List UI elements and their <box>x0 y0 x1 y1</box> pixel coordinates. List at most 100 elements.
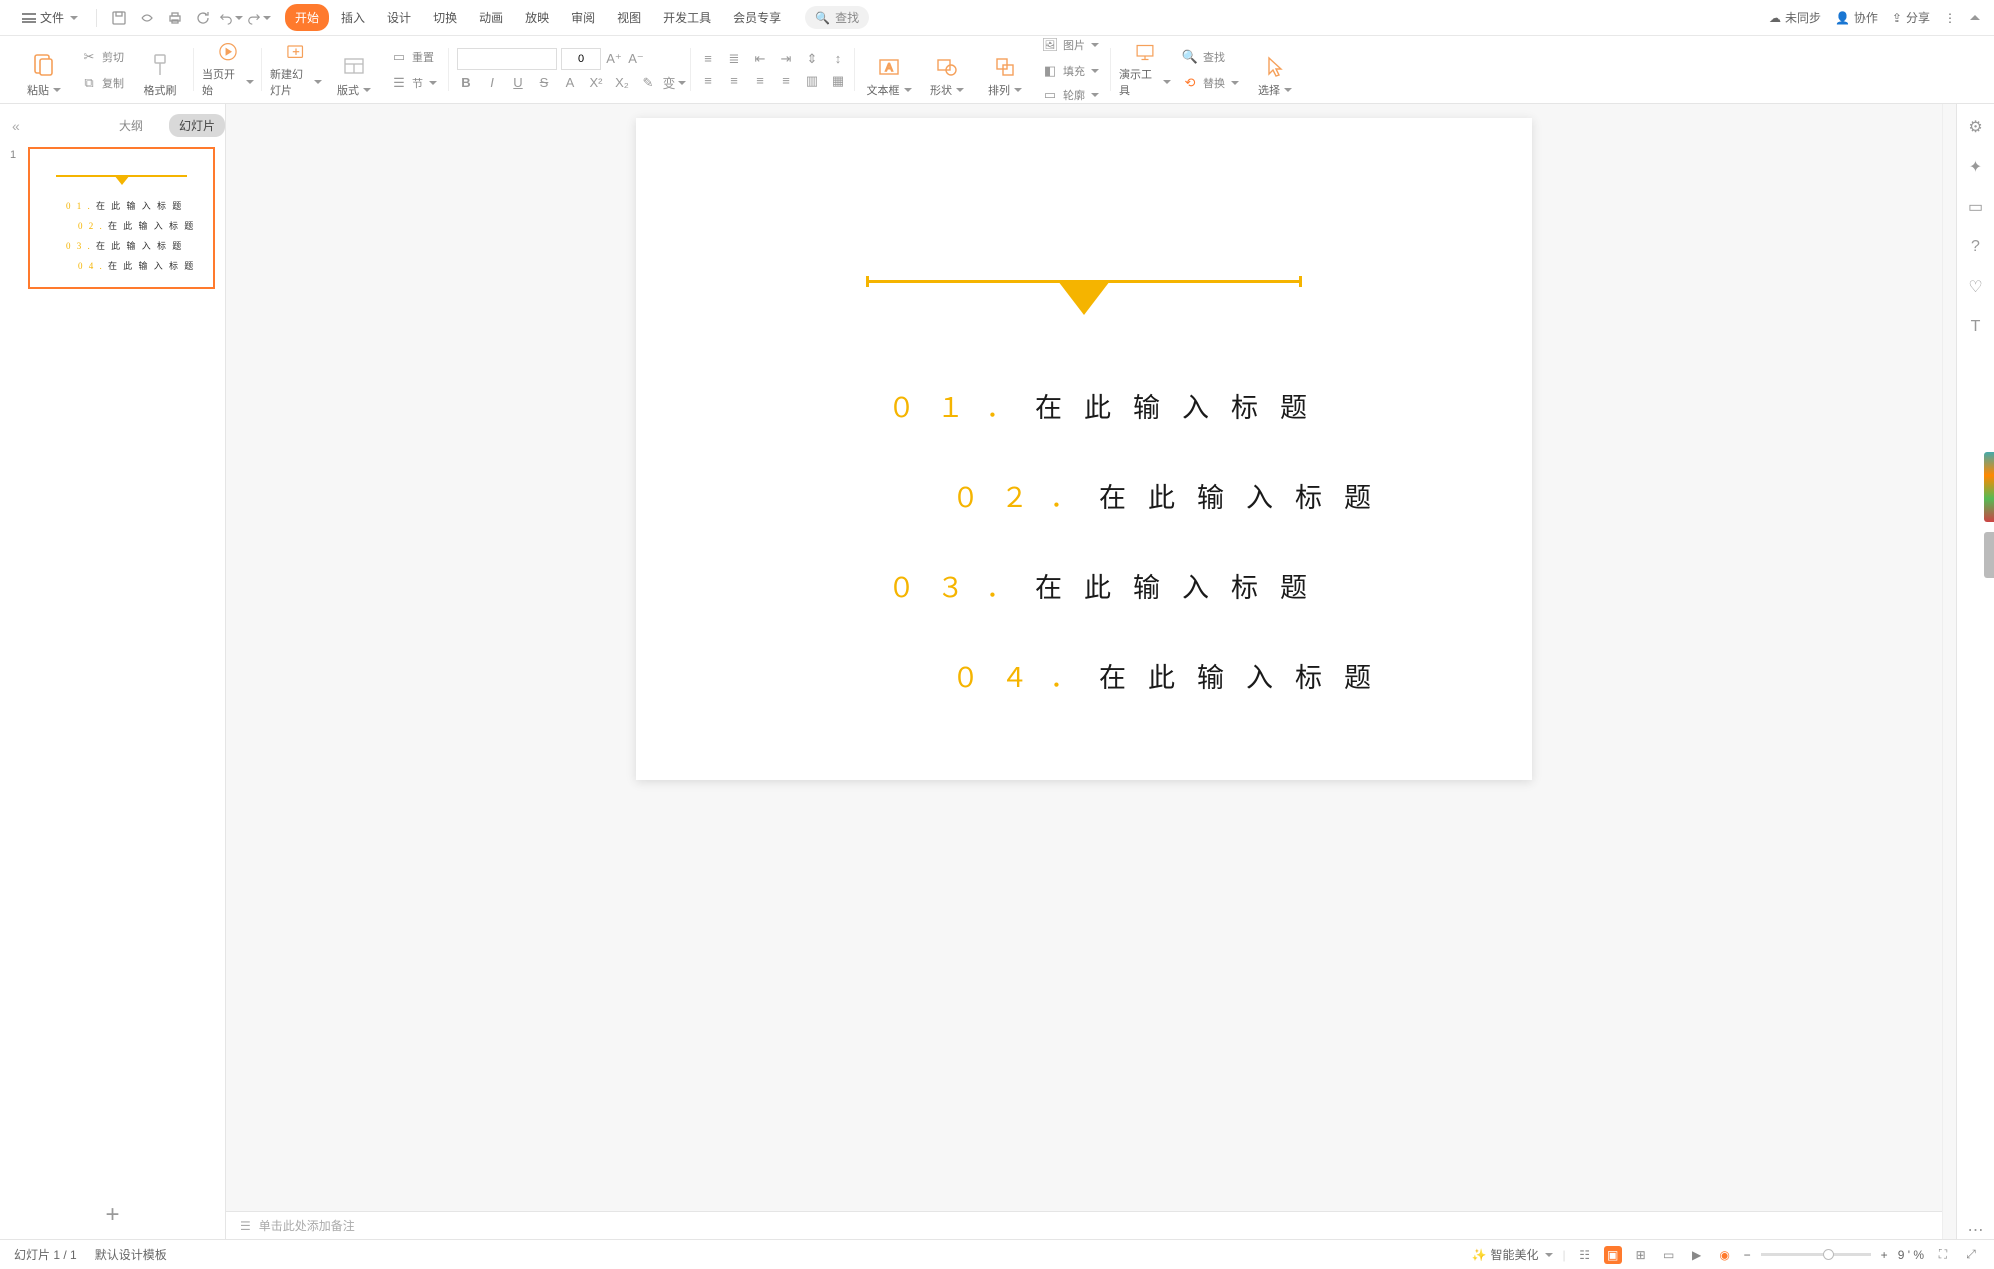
slide-thumbnail-1[interactable]: 1 0 1 . 在 此 输 入 标 题 0 2 . 在 此 输 入 标 题 0 … <box>10 147 215 289</box>
arrange-button[interactable]: 排列 <box>979 42 1031 98</box>
zoom-slider[interactable] <box>1761 1253 1871 1256</box>
collapse-ribbon[interactable] <box>1970 15 1980 20</box>
text-tool-icon[interactable]: T <box>1967 318 1985 336</box>
agenda-item-3[interactable]: ０３．在此输入标题 <box>888 566 1329 605</box>
tab-view[interactable]: 视图 <box>607 4 651 31</box>
text-direction-button[interactable]: ↕ <box>829 50 847 68</box>
replace-button[interactable]: ⟲替换 <box>1177 72 1243 94</box>
tab-review[interactable]: 审阅 <box>561 4 605 31</box>
slideshow-view-icon[interactable]: ▶ <box>1688 1246 1706 1264</box>
notes-view-icon[interactable]: ☷ <box>1576 1246 1594 1264</box>
help-icon[interactable]: ? <box>1967 238 1985 256</box>
tab-design[interactable]: 设计 <box>377 4 421 31</box>
settings-icon[interactable]: ⚙ <box>1967 118 1985 136</box>
outline-tab[interactable]: 大纲 <box>109 114 153 137</box>
layout-button[interactable]: 版式 <box>328 42 380 98</box>
indent-increase-button[interactable]: ⇥ <box>777 50 795 68</box>
from-current-slide-button[interactable]: 当页开始 <box>202 42 254 98</box>
notes-pane[interactable]: ☰ 单击此处添加备注 <box>226 1211 1942 1239</box>
reset-button[interactable]: ▭重置 <box>386 46 441 68</box>
reading-view-icon[interactable]: ▭ <box>1660 1246 1678 1264</box>
fill-button[interactable]: ◧填充 <box>1037 60 1103 82</box>
collapse-panel-button[interactable]: « <box>12 118 20 134</box>
clear-format-button[interactable]: ✎ <box>639 74 657 92</box>
font-name-input[interactable] <box>457 48 557 70</box>
cut-button[interactable]: ✂剪切 <box>76 46 128 68</box>
fullscreen-button[interactable]: ⤢ <box>1962 1246 1980 1264</box>
share-button[interactable]: ⇪分享 <box>1892 9 1930 26</box>
decrease-font-icon[interactable]: A⁻ <box>627 50 645 68</box>
refresh-icon[interactable] <box>191 6 215 30</box>
agenda-item-2[interactable]: ０２．在此输入标题 <box>952 476 1393 515</box>
align-center-button[interactable]: ≡ <box>725 72 743 90</box>
zoom-in-button[interactable]: + <box>1881 1248 1888 1262</box>
align-justify-button[interactable]: ≡ <box>777 72 795 90</box>
font-size-input[interactable] <box>561 48 601 70</box>
side-tab[interactable] <box>1984 532 1994 578</box>
fit-view-icon[interactable]: ◉ <box>1716 1246 1734 1264</box>
outline-button[interactable]: ▭轮廓 <box>1037 84 1103 106</box>
zoom-out-button[interactable]: − <box>1744 1248 1751 1262</box>
agenda-item-4[interactable]: ０４．在此输入标题 <box>952 656 1393 695</box>
tab-home[interactable]: 开始 <box>285 4 329 31</box>
bullets-button[interactable]: ≡ <box>699 50 717 68</box>
tab-animation[interactable]: 动画 <box>469 4 513 31</box>
slides-tab[interactable]: 幻灯片 <box>169 114 225 137</box>
save-icon[interactable] <box>107 6 131 30</box>
tab-transition[interactable]: 切换 <box>423 4 467 31</box>
agenda-item-1[interactable]: ０１．在此输入标题 <box>888 386 1329 425</box>
add-slide-button[interactable]: + <box>0 1191 225 1239</box>
tab-devtools[interactable]: 开发工具 <box>653 4 721 31</box>
redo-button[interactable] <box>247 6 271 30</box>
increase-font-icon[interactable]: A⁺ <box>605 50 623 68</box>
idea-icon[interactable]: ♡ <box>1967 278 1985 296</box>
search-box[interactable]: 🔍 查找 <box>805 6 869 29</box>
italic-button[interactable]: I <box>483 74 501 92</box>
print-icon[interactable] <box>163 6 187 30</box>
highlight-button[interactable]: X² <box>587 74 605 92</box>
bold-button[interactable]: B <box>457 74 475 92</box>
align-left-button[interactable]: ≡ <box>699 72 717 90</box>
line-spacing-button[interactable]: ⇕ <box>803 50 821 68</box>
new-slide-button[interactable]: 新建幻灯片 <box>270 42 322 98</box>
columns-button[interactable]: ▥ <box>803 72 821 90</box>
font-color-button[interactable]: A <box>561 74 579 92</box>
slide[interactable]: ０１．在此输入标题 ０２．在此输入标题 ０３．在此输入标题 ０４．在此输入标题 <box>636 118 1532 780</box>
copy-button[interactable]: ⧉复制 <box>76 72 128 94</box>
monitor-icon[interactable]: ▭ <box>1967 198 1985 216</box>
sorter-view-icon[interactable]: ⊞ <box>1632 1246 1650 1264</box>
more-menu[interactable]: ⋮ <box>1944 11 1956 25</box>
change-case-button[interactable]: 变 <box>665 74 683 92</box>
slide-canvas[interactable]: ０１．在此输入标题 ０２．在此输入标题 ０３．在此输入标题 ０４．在此输入标题 <box>226 104 1942 1211</box>
distribute-button[interactable]: ▦ <box>829 72 847 90</box>
fit-page-button[interactable]: ⛶ <box>1934 1246 1952 1264</box>
shape-button[interactable]: 形状 <box>921 42 973 98</box>
image-button[interactable]: 🖼图片 <box>1037 34 1103 56</box>
paste-button[interactable]: 粘贴 <box>18 42 70 98</box>
find-button[interactable]: 🔍查找 <box>1177 46 1243 68</box>
tab-slideshow[interactable]: 放映 <box>515 4 559 31</box>
sync-status[interactable]: ☁未同步 <box>1769 9 1821 26</box>
print-preview-icon[interactable] <box>135 6 159 30</box>
collab-button[interactable]: 👤协作 <box>1835 9 1878 26</box>
strikethrough-button[interactable]: S <box>535 74 553 92</box>
more-tools-icon[interactable]: ⋯ <box>1967 1221 1985 1239</box>
tab-insert[interactable]: 插入 <box>331 4 375 31</box>
format-painter-button[interactable]: 格式刷 <box>134 42 186 98</box>
star-icon[interactable]: ✦ <box>1967 158 1985 176</box>
zoom-value[interactable]: 9 ' % <box>1898 1248 1924 1262</box>
section-button[interactable]: ☰节 <box>386 72 441 94</box>
vertical-scrollbar[interactable] <box>1942 104 1956 1239</box>
subscript-button[interactable]: X₂ <box>613 74 631 92</box>
feedback-tab[interactable] <box>1984 452 1994 522</box>
tab-vip[interactable]: 会员专享 <box>723 4 791 31</box>
align-right-button[interactable]: ≡ <box>751 72 769 90</box>
indent-decrease-button[interactable]: ⇤ <box>751 50 769 68</box>
file-menu[interactable]: 文件 <box>14 5 86 30</box>
underline-button[interactable]: U <box>509 74 527 92</box>
smart-beautify-button[interactable]: ✨智能美化 <box>1472 1246 1553 1263</box>
textbox-button[interactable]: A 文本框 <box>863 42 915 98</box>
numbering-button[interactable]: ≣ <box>725 50 743 68</box>
normal-view-icon[interactable]: ▣ <box>1604 1246 1622 1264</box>
undo-button[interactable] <box>219 6 243 30</box>
